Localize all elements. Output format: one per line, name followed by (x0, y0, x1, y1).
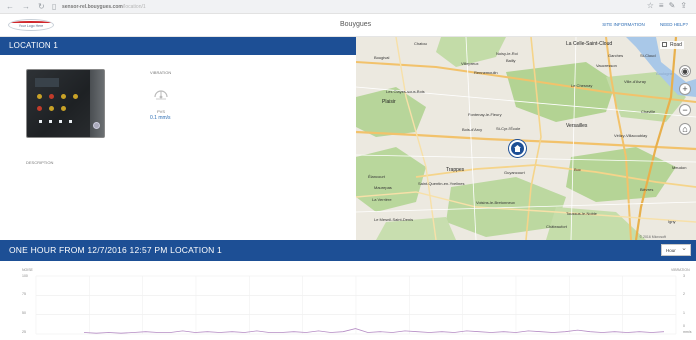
chart-title: ONE HOUR FROM 12/7/2016 12:57 PM LOCATIO… (0, 240, 696, 261)
app-title: Bouygues (340, 21, 372, 28)
zoom-out-icon[interactable]: − (679, 104, 691, 116)
series-line (83, 328, 665, 334)
description-label: DESCRIPTION (26, 160, 54, 165)
header-links: SITE INFORMATION NEED HELP? (588, 22, 688, 27)
house-icon (514, 145, 521, 152)
back-icon[interactable]: ← (6, 2, 14, 11)
map-label: Voisins-le-Bretonneux (476, 200, 515, 205)
site-information-link[interactable]: SITE INFORMATION (602, 22, 644, 27)
vibration-metric: PVS (157, 109, 166, 114)
zoom-in-icon[interactable]: + (679, 83, 691, 95)
map-label: La Verrière (372, 197, 392, 202)
map-label: St-Cyr-l'École (496, 126, 521, 131)
road-checkbox[interactable] (662, 42, 667, 47)
browser-toolbar: ← → ↻ ▯ sensor-rel.bouygues.com/location… (0, 0, 696, 14)
map-label: Boulogne (656, 71, 673, 76)
map-label: Bois-d'Arcy (462, 127, 483, 132)
map-label: Le Chesnay (571, 83, 593, 88)
road-toggle-label: Road (670, 42, 682, 48)
map-label: Chaville (641, 109, 656, 114)
map-copyright: © 2016 Microsoft (639, 235, 666, 239)
map-label: Bougival (374, 55, 390, 60)
location-map[interactable]: Chatou Noisy-le-Roi Bailly La Celle-Sain… (356, 37, 696, 240)
address-path: /location/1 (122, 4, 146, 10)
hub-icon[interactable]: ≡ (659, 1, 669, 10)
period-select[interactable]: Hour (661, 243, 691, 256)
map-label: Versailles (566, 123, 588, 129)
map-label: Saint-Quentin-en-Yvelines (418, 181, 465, 186)
map-label: Châteaufort (546, 224, 567, 229)
map-label: Maurepas (374, 185, 392, 190)
map-label: Toussus-le-Noble (566, 211, 597, 216)
map-canvas (356, 37, 696, 240)
map-label: Villepreux (461, 61, 479, 66)
map-label: Fontenay-le-Fleury (468, 112, 502, 117)
need-help-link[interactable]: NEED HELP? (660, 22, 688, 27)
vibration-value: 0.1 mm/s (150, 115, 171, 121)
noise-vibration-chart: NOISE VIBRATION mm/s 100 75 50 25 3 2 1 … (0, 262, 696, 340)
map-label: Vélizy-Villacoublay (614, 133, 648, 138)
map-label: Meudon (672, 165, 687, 170)
home-icon[interactable]: ⌂ (679, 123, 691, 135)
map-label: Ville-d'Avray (624, 79, 646, 84)
map-label: St-Cloud (640, 53, 656, 58)
location-pin[interactable] (509, 140, 526, 157)
map-label: Bailly (506, 58, 516, 63)
navigate-icon[interactable]: ◉ (679, 65, 691, 77)
location-title: LOCATION 1 (0, 37, 356, 55)
reload-icon[interactable]: ↻ (38, 2, 45, 11)
map-label: Plaisir (382, 99, 396, 105)
map-label: Noisy-le-Roi (496, 51, 518, 56)
map-label: Les Clayes-sous-Bois (386, 89, 425, 94)
logo-text: Your Logo Here (18, 24, 44, 28)
map-label: Chatou (414, 41, 427, 46)
share-icon[interactable]: ⇪ (680, 1, 692, 10)
road-view-toggle[interactable]: Road (660, 41, 684, 49)
vibration-gauge-icon (153, 86, 169, 100)
forward-icon[interactable]: → (22, 2, 30, 11)
map-label: Buc (574, 167, 581, 172)
map-label: Igny (668, 219, 676, 224)
map-label: Rennemoulin (474, 70, 498, 75)
map-label: Guyancourt (504, 170, 525, 175)
map-label: Bièvres (640, 187, 654, 192)
address-host: sensor-rel.bouygues.com (62, 4, 123, 10)
map-label: Garches (608, 53, 624, 58)
map-label: La Celle-Saint-Cloud (566, 41, 613, 47)
vibration-label: VIBRATION (150, 70, 172, 75)
map-label: Trappes (446, 167, 465, 173)
app-header: Your Logo Here Bouygues SITE INFORMATION… (0, 15, 696, 37)
device-image (26, 69, 105, 138)
address-bar[interactable]: sensor-rel.bouygues.com/location/1 (62, 2, 532, 12)
company-logo[interactable]: Your Logo Here (8, 19, 54, 31)
map-label: Le Mesnil-Saint-Denis (374, 217, 414, 222)
browser-tools: ☆≡✎⇪ (647, 1, 692, 10)
map-label: Élancourt (368, 174, 385, 179)
map-label: Vaucresson (596, 63, 617, 68)
chart-plot (35, 275, 677, 335)
page-icon: ▯ (52, 2, 57, 11)
favorite-icon[interactable]: ☆ (647, 1, 659, 10)
notes-icon[interactable]: ✎ (669, 1, 681, 10)
